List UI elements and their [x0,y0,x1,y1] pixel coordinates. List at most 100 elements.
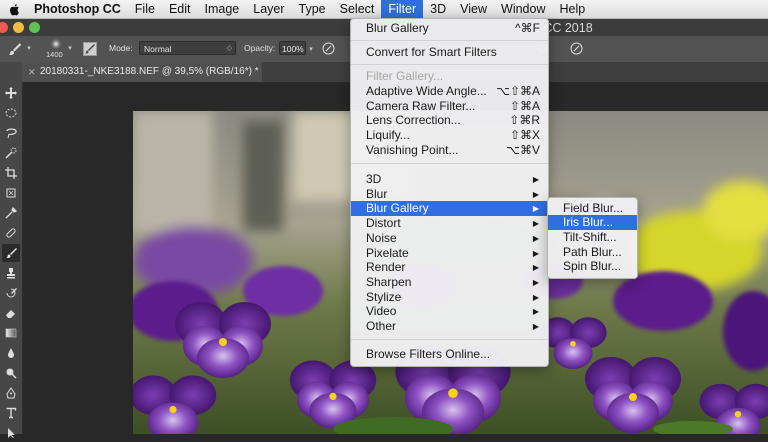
menu-item-label: Path Blur... [563,245,622,259]
menu-item-label: Distort [366,216,401,230]
pen-tool-icon[interactable] [2,384,20,402]
brush-size-value: 1400 [46,50,63,59]
history-brush-tool-icon[interactable] [2,284,20,302]
mode-label: Mode: [109,43,133,53]
menu-item-label: Tilt-Shift... [563,230,617,244]
brush-tool-icon[interactable] [2,244,20,262]
tool-preset-chevron-icon[interactable]: ▾ [25,43,33,53]
menu-item-label: Spin Blur... [563,259,622,273]
submenu-arrow-icon: ▶ [532,293,539,302]
lasso-tool-icon[interactable] [2,124,20,142]
frame-tool-icon[interactable] [2,184,20,202]
submenu-arrow-icon: ▶ [532,219,539,228]
menu-item-label: Noise [366,231,397,245]
brush-settings-icon[interactable] [82,41,97,56]
opacity-input[interactable]: 100% [279,41,306,55]
menu-item-label: Sharpen [366,275,412,289]
eyedropper-tool-icon[interactable] [2,204,20,222]
opacity-label: Opacity: [244,43,276,53]
menu-item-label: Blur Gallery [366,201,429,215]
menu-filter[interactable]: Filter [381,0,424,18]
submenu-item-field-blur[interactable]: Field Blur... [548,201,637,216]
menu-item-label: Liquify... [366,128,410,142]
menu-item-filter-gallery: Filter Gallery... [351,69,548,84]
opacity-value: 100% [282,44,304,54]
close-tab-icon[interactable]: ✕ [28,62,36,82]
menu-separator [351,339,548,340]
quick-selection-tool-icon[interactable] [2,144,20,162]
marquee-tool-icon[interactable] [2,104,20,122]
menu-item-render[interactable]: Render ▶ [351,260,548,275]
blend-mode-select[interactable]: Normal ◇ [139,41,236,55]
submenu-item-path-blur[interactable]: Path Blur... [548,245,637,260]
gradient-tool-icon[interactable] [2,324,20,342]
menu-item-blur-gallery[interactable]: Blur Gallery ▶ [351,201,548,216]
menu-item-browse-filters-online[interactable]: Browse Filters Online... [351,347,548,362]
submenu-item-spin-blur[interactable]: Spin Blur... [548,259,637,274]
menu-separator [351,64,548,65]
menu-item-blur[interactable]: Blur ▶ [351,187,548,202]
menu-image[interactable]: Image [198,0,247,18]
minimize-window-button[interactable] [13,22,24,33]
menu-item-liquify[interactable]: Liquify... ⇧⌘X [351,128,548,143]
menu-help[interactable]: Help [553,0,593,18]
brush-picker-chevron-icon[interactable]: ▾ [66,43,74,53]
menu-item-pixelate[interactable]: Pixelate ▶ [351,246,548,261]
menu-item-adaptive-wide-angle[interactable]: Adaptive Wide Angle... ⌥⇧⌘A [351,84,548,99]
path-selection-tool-icon[interactable] [2,424,20,442]
menu-select[interactable]: Select [333,0,382,18]
eraser-tool-icon[interactable] [2,304,20,322]
blur-gallery-submenu: Field Blur... Iris Blur... Tilt-Shift...… [547,197,638,279]
menu-item-blur-gallery-last-filter[interactable]: Blur Gallery ^⌘F [351,21,548,36]
menu-item-stylize[interactable]: Stylize ▶ [351,290,548,305]
type-tool-icon[interactable] [2,404,20,422]
menu-item-vanishing-point[interactable]: Vanishing Point... ⌥⌘V [351,143,548,158]
pressure-size-icon[interactable] [569,41,584,56]
zoom-window-button[interactable] [29,22,40,33]
menu-item-label: Blur Gallery [366,21,429,35]
blur-tool-icon[interactable] [2,344,20,362]
pressure-opacity-icon[interactable] [321,41,336,56]
brush-tool-icon[interactable] [6,40,24,58]
menu-window[interactable]: Window [494,0,552,18]
submenu-arrow-icon: ▶ [532,263,539,272]
dodge-tool-icon[interactable] [2,364,20,382]
menu-item-shortcut: ⇧⌘R [509,113,540,127]
menu-item-other[interactable]: Other ▶ [351,319,548,334]
menu-item-distort[interactable]: Distort ▶ [351,216,548,231]
menu-item-video[interactable]: Video ▶ [351,304,548,319]
menu-item-convert-smart-filters[interactable]: Convert for Smart Filters [351,45,548,60]
submenu-item-iris-blur[interactable]: Iris Blur... [548,215,637,230]
clone-stamp-tool-icon[interactable] [2,264,20,282]
submenu-arrow-icon: ▶ [532,278,539,287]
tools-panel [0,62,23,438]
menu-photoshop[interactable]: Photoshop CC [30,0,128,18]
menu-type[interactable]: Type [292,0,333,18]
healing-brush-tool-icon[interactable] [2,224,20,242]
brush-tip-icon[interactable] [49,38,63,50]
menu-item-label: Adaptive Wide Angle... [366,84,487,98]
menu-item-shortcut: ^⌘F [515,21,540,35]
menu-item-label: 3D [366,172,382,186]
menu-item-3d[interactable]: 3D ▶ [351,172,548,187]
menu-file[interactable]: File [128,0,162,18]
document-tab[interactable]: ✕ 20180331-_NKE3188.NEF @ 39,5% (RGB/16*… [22,62,262,82]
menu-edit[interactable]: Edit [162,0,198,18]
menu-item-noise[interactable]: Noise ▶ [351,231,548,246]
move-tool-icon[interactable] [2,84,20,102]
menu-item-sharpen[interactable]: Sharpen ▶ [351,275,548,290]
menu-item-label: Camera Raw Filter... [366,99,476,113]
submenu-arrow-icon: ▶ [532,234,539,243]
menu-layer[interactable]: Layer [246,0,291,18]
opacity-chevron-icon[interactable]: ▾ [307,44,315,54]
apple-icon[interactable] [8,2,22,16]
menu-item-camera-raw-filter[interactable]: Camera Raw Filter... ⇧⌘A [351,99,548,114]
menu-item-lens-correction[interactable]: Lens Correction... ⇧⌘R [351,113,548,128]
submenu-item-tilt-shift[interactable]: Tilt-Shift... [548,230,637,245]
close-window-button[interactable] [0,22,8,33]
crop-tool-icon[interactable] [2,164,20,182]
menu-3d[interactable]: 3D [423,0,453,18]
menu-view[interactable]: View [453,0,494,18]
submenu-arrow-icon: ▶ [532,322,539,331]
filter-menu: Blur Gallery ^⌘F Convert for Smart Filter… [350,18,549,367]
